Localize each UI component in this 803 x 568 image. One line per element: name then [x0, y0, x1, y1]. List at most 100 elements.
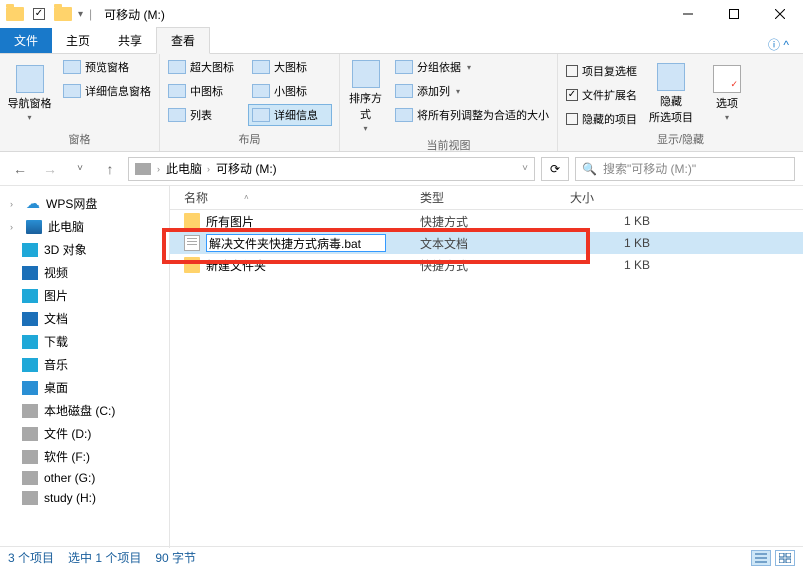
nav-pane-icon [16, 65, 44, 93]
desk-icon [22, 381, 38, 395]
md-icon [168, 84, 186, 98]
drv-icon [22, 471, 38, 485]
qat-dropdown-icon[interactable]: ▾ [78, 9, 83, 20]
cell-type: 文本文档 [420, 235, 570, 252]
expand-icon: › [10, 222, 20, 232]
details-pane-button[interactable]: 详细信息窗格 [59, 80, 155, 102]
sidebar-item[interactable]: 桌面 [0, 376, 169, 399]
group-label: 显示/隐藏 [562, 131, 799, 149]
cell-size: 1 KB [570, 236, 670, 250]
refresh-button[interactable]: ⟳ [541, 157, 569, 181]
rename-input[interactable] [206, 234, 386, 252]
layout-details[interactable]: 详细信息 [248, 104, 332, 126]
group-icon [395, 60, 413, 74]
cell-name [170, 234, 420, 252]
file-row[interactable]: 所有图片快捷方式1 KB [170, 210, 803, 232]
details-view-button[interactable] [751, 550, 771, 566]
layout-large[interactable]: 大图标 [248, 56, 332, 78]
group-by-button[interactable]: 分组依据▾ [391, 56, 553, 78]
item-checkboxes-toggle[interactable]: 项目复选框 [562, 60, 641, 82]
hidden-items-toggle[interactable]: 隐藏的项目 [562, 108, 641, 130]
maximize-icon [729, 9, 739, 19]
sidebar-item[interactable]: ›此电脑 [0, 215, 169, 238]
size-all-columns-button[interactable]: 将所有列调整为合适的大小 [391, 104, 553, 126]
cell-name: 所有图片 [170, 213, 420, 230]
minimize-button[interactable] [665, 0, 711, 28]
sidebar-item[interactable]: 音乐 [0, 353, 169, 376]
checkbox-icon [566, 65, 578, 77]
sidebar-item[interactable]: 下载 [0, 330, 169, 353]
column-header-name[interactable]: 名称˄ [170, 189, 420, 206]
sidebar-item-label: 本地磁盘 (C:) [44, 402, 115, 419]
ribbon-help-icon[interactable]: ⓘ ^ [754, 36, 803, 53]
ribbon-group-layout: 超大图标 大图标 中图标 小图标 列表 详细信息 布局 [160, 54, 340, 151]
address-bar[interactable]: › 此电脑› 可移动 (M:) ˅ [128, 157, 535, 181]
sidebar-item[interactable]: other (G:) [0, 468, 169, 488]
sidebar-item[interactable]: 3D 对象 [0, 238, 169, 261]
vid-icon [22, 266, 38, 280]
recent-locations-button[interactable]: ˅ [68, 157, 92, 181]
layout-extra-large[interactable]: 超大图标 [164, 56, 248, 78]
main-area: ›☁WPS网盘›此电脑3D 对象视频图片文档下载音乐桌面本地磁盘 (C:)文件 … [0, 186, 803, 548]
sidebar-item[interactable]: 图片 [0, 284, 169, 307]
breadcrumb-this-pc[interactable]: 此电脑› [166, 160, 210, 177]
up-button[interactable]: ↑ [98, 157, 122, 181]
close-icon [775, 9, 785, 19]
address-dropdown-icon[interactable]: ˅ [522, 163, 528, 174]
cloud-icon: ☁ [26, 195, 40, 212]
options-button[interactable]: ✓ 选项 ▾ [701, 56, 753, 131]
column-header-size[interactable]: 大小 [570, 189, 670, 206]
tab-home[interactable]: 主页 [52, 28, 104, 53]
sidebar-item[interactable]: ›☁WPS网盘 [0, 192, 169, 215]
cell-size: 1 KB [570, 214, 670, 228]
navigation-pane-button[interactable]: 导航窗格 ▾ [4, 56, 55, 131]
sidebar-item-label: study (H:) [44, 491, 96, 505]
file-extensions-toggle[interactable]: ✓文件扩展名 [562, 84, 641, 106]
sidebar-item-label: 桌面 [44, 379, 68, 396]
close-button[interactable] [757, 0, 803, 28]
back-button[interactable]: ← [8, 157, 32, 181]
column-headers: 名称˄ 类型 大小 [170, 186, 803, 210]
layout-list[interactable]: 列表 [164, 104, 248, 126]
sidebar-item[interactable]: 文档 [0, 307, 169, 330]
ribbon-group-current-view: 排序方式 ▾ 分组依据▾ 添加列▾ 将所有列调整为合适的大小 当前视图 [340, 54, 558, 151]
tab-share[interactable]: 共享 [104, 28, 156, 53]
3d-icon [22, 243, 38, 257]
sidebar-item[interactable]: 视频 [0, 261, 169, 284]
navigation-sidebar[interactable]: ›☁WPS网盘›此电脑3D 对象视频图片文档下载音乐桌面本地磁盘 (C:)文件 … [0, 186, 170, 548]
file-list[interactable]: 所有图片快捷方式1 KB文本文档1 KB新建文件夹快捷方式1 KB [170, 210, 803, 548]
crumb-sep-icon: › [157, 164, 160, 174]
file-list-pane: 名称˄ 类型 大小 所有图片快捷方式1 KB文本文档1 KB新建文件夹快捷方式1… [170, 186, 803, 548]
sidebar-item[interactable]: 本地磁盘 (C:) [0, 399, 169, 422]
list-icon [168, 108, 186, 122]
forward-button[interactable]: → [38, 157, 62, 181]
expand-icon: › [10, 199, 20, 209]
tab-file[interactable]: 文件 [0, 28, 52, 53]
sidebar-item[interactable]: 文件 (D:) [0, 422, 169, 445]
maximize-button[interactable] [711, 0, 757, 28]
preview-pane-button[interactable]: 预览窗格 [59, 56, 155, 78]
layout-medium[interactable]: 中图标 [164, 80, 248, 102]
qat-checkbox-icon[interactable]: ✓ [30, 5, 48, 23]
add-columns-button[interactable]: 添加列▾ [391, 80, 553, 102]
sm-icon [252, 84, 270, 98]
column-header-type[interactable]: 类型 [420, 189, 570, 206]
breadcrumb-drive[interactable]: 可移动 (M:) [216, 160, 277, 177]
file-name: 新建文件夹 [206, 257, 266, 274]
cell-name: 新建文件夹 [170, 257, 420, 274]
hide-selected-button[interactable]: 隐藏 所选项目 [645, 56, 697, 131]
thumbnails-view-button[interactable] [775, 550, 795, 566]
sort-icon [352, 60, 380, 88]
layout-small[interactable]: 小图标 [248, 80, 332, 102]
sidebar-item[interactable]: study (H:) [0, 488, 169, 508]
drv-icon [22, 491, 38, 505]
search-box[interactable]: 🔍 搜索"可移动 (M:)" [575, 157, 795, 181]
tab-view[interactable]: 查看 [156, 27, 210, 54]
drv-icon [22, 427, 38, 441]
file-row[interactable]: 文本文档1 KB [170, 232, 803, 254]
sidebar-item[interactable]: 软件 (F:) [0, 445, 169, 468]
preview-icon [63, 60, 81, 74]
file-row[interactable]: 新建文件夹快捷方式1 KB [170, 254, 803, 276]
sort-by-button[interactable]: 排序方式 ▾ [344, 56, 387, 137]
status-item-count: 3 个项目 [8, 549, 54, 566]
